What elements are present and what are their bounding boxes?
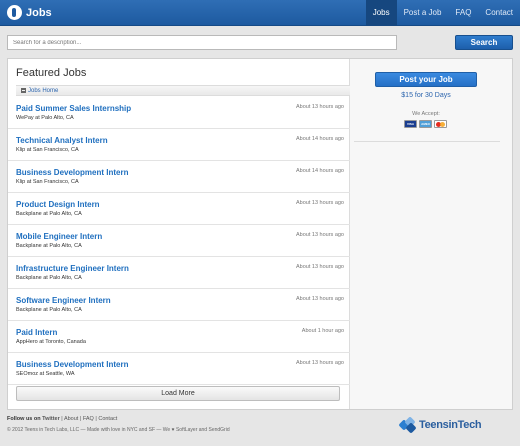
job-posted-time: About 14 hours ago <box>295 168 344 174</box>
brand-link[interactable]: Jobs <box>7 5 52 20</box>
teens-in-tech-logo-icon <box>398 416 417 434</box>
job-company-location: WePay at Palo Alto, CA <box>16 115 74 121</box>
job-posted-time: About 13 hours ago <box>295 104 344 110</box>
follow-prefix: Follow us on <box>7 416 41 422</box>
job-row[interactable]: Product Design Intern Backplane at Palo A… <box>8 193 350 225</box>
twitter-link[interactable]: Twitter <box>42 416 60 422</box>
job-posted-time: About 1 hour ago <box>301 328 344 334</box>
job-title-link[interactable]: Mobile Engineer Intern <box>16 232 102 241</box>
jobs-home-label: Jobs Home <box>28 88 59 94</box>
faq-link[interactable]: FAQ <box>83 416 94 422</box>
price-info: $15 for 30 Days <box>350 92 502 99</box>
main-nav: Jobs Post a Job FAQ Contact <box>365 0 520 26</box>
load-more-button[interactable]: Load More <box>16 386 340 401</box>
job-posted-time: About 13 hours ago <box>295 200 344 206</box>
grid-icon <box>21 88 26 93</box>
job-title-link[interactable]: Infrastructure Engineer Intern <box>16 264 129 273</box>
nav-faq[interactable]: FAQ <box>448 0 478 26</box>
price-duration: for 30 Days <box>414 92 451 99</box>
job-posted-time: About 13 hours ago <box>295 296 344 302</box>
mastercard-icon <box>434 120 447 128</box>
job-row[interactable]: Technical Analyst Intern Klip at San Fran… <box>8 129 350 161</box>
featured-jobs-heading: Featured Jobs <box>16 67 87 79</box>
job-company-location: AppHero at Toronto, Canada <box>16 339 86 345</box>
job-row[interactable]: Software Engineer Intern Backplane at Pal… <box>8 289 350 321</box>
featured-jobs-section: Featured Jobs Jobs Home Paid Summer Sale… <box>8 59 350 409</box>
job-row[interactable]: Paid Intern AppHero at Toronto, Canada Abo… <box>8 321 350 353</box>
job-company-location: Klip at San Francisco, CA <box>16 147 79 153</box>
contact-link[interactable]: Contact <box>98 416 117 422</box>
brand-logo-icon <box>7 5 22 20</box>
job-posted-time: About 13 hours ago <box>295 360 344 366</box>
job-title-link[interactable]: Technical Analyst Intern <box>16 136 108 145</box>
job-posted-time: About 14 hours ago <box>295 136 344 142</box>
amex-card-icon: AMEX <box>419 120 432 128</box>
nav-jobs[interactable]: Jobs <box>365 0 397 26</box>
job-title-link[interactable]: Business Development Intern <box>16 168 128 177</box>
we-accept-label: We Accept: <box>412 111 440 117</box>
brand-title: Jobs <box>26 6 52 19</box>
price-amount: $15 <box>401 92 413 99</box>
job-title-link[interactable]: Paid Summer Sales Internship <box>16 104 131 113</box>
nav-contact[interactable]: Contact <box>478 0 520 26</box>
content-panel: Featured Jobs Jobs Home Paid Summer Sale… <box>7 58 513 410</box>
payment-cards: VISA AMEX <box>404 120 447 128</box>
job-row[interactable]: Business Development Intern Klip at San F… <box>8 161 350 193</box>
job-posted-time: About 13 hours ago <box>295 232 344 238</box>
visa-card-icon: VISA <box>404 120 417 128</box>
job-title-link[interactable]: Business Development Intern <box>16 360 128 369</box>
logo-text: TeensinTech <box>419 419 482 431</box>
top-navbar: Jobs Jobs Post a Job FAQ Contact <box>0 0 520 26</box>
post-job-button[interactable]: Post your Job <box>375 72 477 87</box>
teens-in-tech-logo[interactable]: TeensinTech <box>398 416 482 434</box>
job-row[interactable]: Infrastructure Engineer Intern Backplane … <box>8 257 350 289</box>
sidebar: Post your Job $15 for 30 Days We Accept:… <box>350 59 512 409</box>
footer-links: Follow us on Twitter | About | FAQ | Con… <box>7 416 118 422</box>
job-row[interactable]: Business Development Intern SEOmoz at Sea… <box>8 353 350 385</box>
job-title-link[interactable]: Paid Intern <box>16 328 57 337</box>
job-row[interactable]: Paid Summer Sales Internship WePay at Pal… <box>8 97 350 129</box>
job-title-link[interactable]: Product Design Intern <box>16 200 100 209</box>
job-company-location: Backplane at Palo Alto, CA <box>16 211 82 217</box>
about-link[interactable]: About <box>64 416 78 422</box>
job-company-location: Backplane at Palo Alto, CA <box>16 307 82 313</box>
nav-post-a-job[interactable]: Post a Job <box>397 0 449 26</box>
jobs-home-breadcrumb[interactable]: Jobs Home <box>16 85 350 96</box>
job-company-location: Backplane at Palo Alto, CA <box>16 275 82 281</box>
search-button[interactable]: Search <box>455 35 513 50</box>
job-company-location: SEOmoz at Seattle, WA <box>16 371 75 377</box>
job-posted-time: About 13 hours ago <box>295 264 344 270</box>
sidebar-divider <box>354 141 500 142</box>
job-company-location: Backplane at Palo Alto, CA <box>16 243 82 249</box>
search-input[interactable] <box>7 35 397 50</box>
job-row[interactable]: Mobile Engineer Intern Backplane at Palo … <box>8 225 350 257</box>
copyright-text: © 2012 Teens in Tech Labs, LLC — Made wi… <box>7 427 230 433</box>
job-company-location: Klip at San Francisco, CA <box>16 179 79 185</box>
job-title-link[interactable]: Software Engineer Intern <box>16 296 111 305</box>
